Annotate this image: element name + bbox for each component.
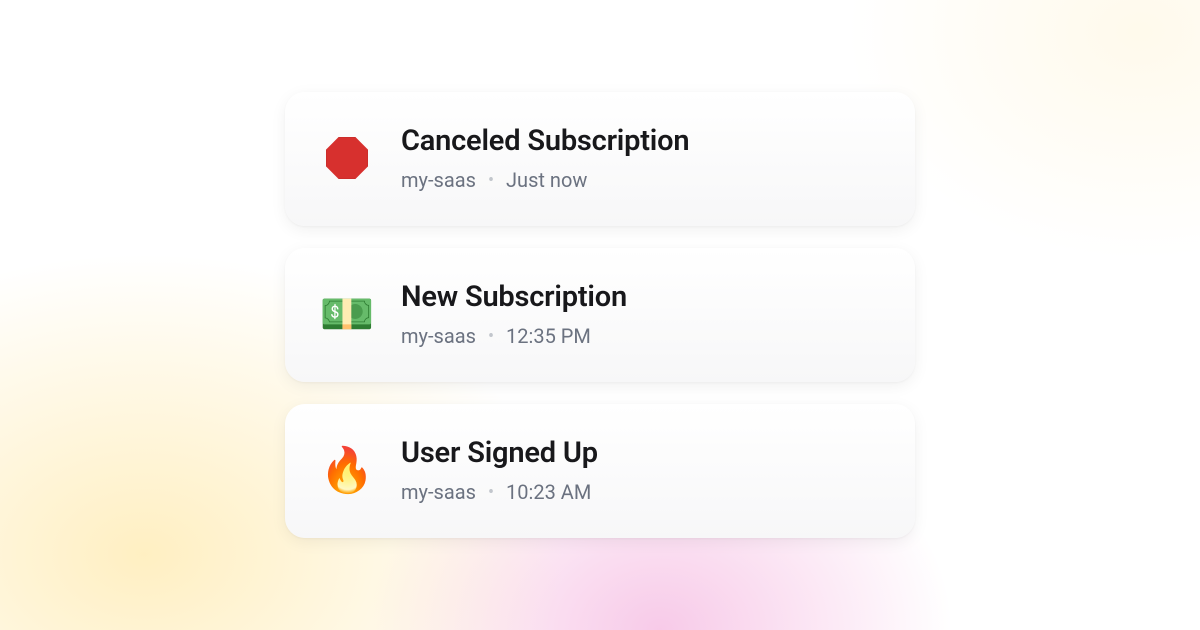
notification-title: Canceled Subscription	[401, 124, 689, 158]
project-label: my-saas	[401, 168, 476, 192]
notification-feed: Canceled Subscription my-saas • Just now…	[285, 0, 915, 538]
notification-meta: my-saas • Just now	[401, 168, 689, 192]
project-label: my-saas	[401, 480, 476, 504]
notification-card[interactable]: 🔥 User Signed Up my-saas • 10:23 AM	[285, 404, 915, 538]
money-icon: 💵	[321, 288, 373, 340]
time-label: 12:35 PM	[506, 324, 591, 348]
card-body: New Subscription my-saas • 12:35 PM	[401, 280, 627, 348]
meta-separator: •	[488, 482, 494, 503]
time-label: Just now	[506, 168, 587, 192]
notification-card[interactable]: 💵 New Subscription my-saas • 12:35 PM	[285, 248, 915, 382]
card-body: Canceled Subscription my-saas • Just now	[401, 124, 689, 192]
notification-title: User Signed Up	[401, 436, 598, 470]
notification-title: New Subscription	[401, 280, 627, 314]
project-label: my-saas	[401, 324, 476, 348]
stop-sign-icon	[321, 132, 373, 184]
time-label: 10:23 AM	[506, 480, 591, 504]
notification-card[interactable]: Canceled Subscription my-saas • Just now	[285, 92, 915, 226]
card-body: User Signed Up my-saas • 10:23 AM	[401, 436, 598, 504]
meta-separator: •	[488, 326, 494, 347]
notification-meta: my-saas • 10:23 AM	[401, 480, 598, 504]
meta-separator: •	[488, 170, 494, 191]
notification-meta: my-saas • 12:35 PM	[401, 324, 627, 348]
fire-icon: 🔥	[321, 444, 373, 496]
